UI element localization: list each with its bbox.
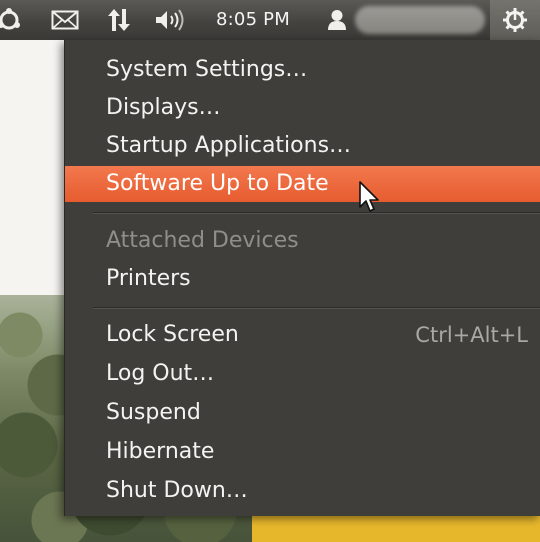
menu-item-system-settings[interactable]: System Settings…	[65, 52, 540, 88]
menu-item-log-out[interactable]: Log Out…	[65, 356, 540, 392]
username-redacted[interactable]	[355, 6, 485, 34]
menu-item-label: Hibernate	[106, 439, 215, 464]
menu-separator	[93, 212, 540, 213]
menu-item-label: Suspend	[106, 400, 201, 425]
menu-item-displays[interactable]: Displays…	[65, 90, 540, 126]
menu-item-suspend[interactable]: Suspend	[65, 395, 540, 431]
mouse-pointer-icon	[359, 181, 379, 212]
menu-item-startup-applications[interactable]: Startup Applications…	[65, 128, 540, 164]
volume-icon[interactable]	[152, 0, 188, 40]
panel-clock[interactable]: 8:05 PM	[216, 0, 290, 40]
top-panel: 8:05 PM	[0, 0, 540, 40]
menu-item-printers[interactable]: Printers	[65, 261, 540, 297]
menu-item-label: Shut Down…	[106, 478, 248, 503]
menu-item-attached-devices: Attached Devices	[65, 223, 540, 259]
menu-item-label: Printers	[106, 266, 191, 291]
menu-item-hibernate[interactable]: Hibernate	[65, 434, 540, 470]
menu-item-label: Startup Applications…	[106, 133, 352, 158]
session-menu: System Settings… Displays… Startup Appli…	[64, 40, 540, 516]
screen: 8:05 PM System Settings… Displays… Start…	[0, 0, 540, 542]
menu-separator	[93, 307, 540, 308]
menu-item-shut-down[interactable]: Shut Down…	[65, 473, 540, 509]
user-icon[interactable]	[324, 0, 350, 40]
menu-item-lock-screen[interactable]: Lock Screen Ctrl+Alt+L	[65, 317, 540, 353]
menu-item-label: System Settings…	[106, 57, 308, 82]
power-gear-icon[interactable]	[490, 0, 540, 40]
menu-item-label: Displays…	[106, 95, 221, 120]
menu-item-accelerator: Ctrl+Alt+L	[415, 323, 528, 347]
network-icon[interactable]	[102, 0, 136, 40]
menu-item-label: Lock Screen	[106, 322, 239, 347]
menu-item-label: Attached Devices	[106, 228, 299, 253]
ubuntu-logo-icon[interactable]	[0, 0, 26, 40]
menu-item-label: Software Up to Date	[106, 171, 329, 196]
mail-icon[interactable]	[48, 0, 82, 40]
menu-item-label: Log Out…	[106, 361, 215, 386]
menu-item-software-up-to-date[interactable]: Software Up to Date	[65, 166, 540, 202]
